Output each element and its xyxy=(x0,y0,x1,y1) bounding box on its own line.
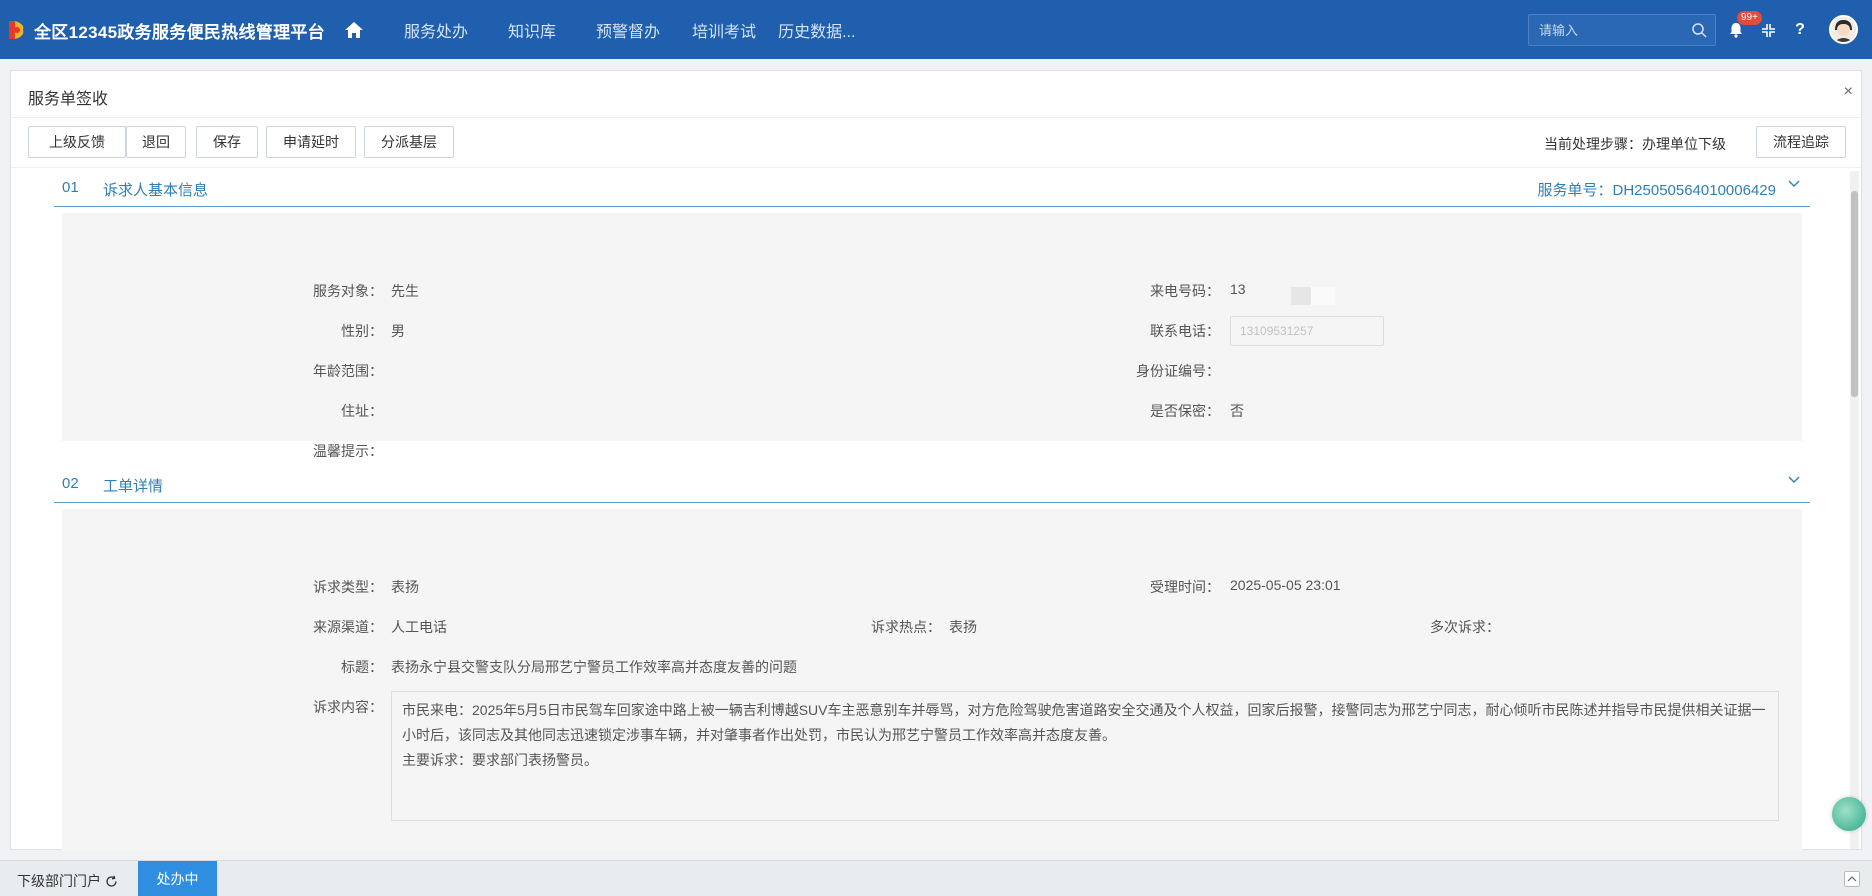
section-number: 02 xyxy=(62,475,79,492)
modal-header: 服务单签收 × xyxy=(11,71,1861,118)
content-line: 主要诉求：要求部门表扬警员。 xyxy=(402,752,598,768)
contact-phone-label: 联系电话： xyxy=(1150,323,1220,339)
main-nav: 服务处办 知识库 预警督办 培训考试 历史数据... xyxy=(396,0,855,59)
masked-region xyxy=(1291,287,1311,305)
top-navbar: 全区12345政务服务便民热线管理平台 服务处办 知识库 预警督办 培训考试 历… xyxy=(0,0,1872,59)
masked-region xyxy=(1311,287,1335,305)
nav-item-service[interactable]: 服务处办 xyxy=(404,18,468,42)
request-type-value: 表扬 xyxy=(391,579,419,595)
gender-value: 男 xyxy=(391,323,405,339)
modal-title: 服务单签收 xyxy=(28,91,109,108)
modal-toolbar: 上级反馈 退回 保存 申请延时 分派基层 当前处理步骤：办理单位下级 流程追踪 xyxy=(11,118,1861,168)
section-order-detail-header[interactable]: 02 工单详情 xyxy=(54,465,1810,503)
bottom-bar: 下级部门门户 处办中 xyxy=(0,860,1872,896)
service-order-number: 服务单号：DH2505056401000642​9 xyxy=(1537,182,1777,199)
request-content-textarea[interactable]: 市民来电：2025年5月5日市民驾车回家途中路上被一辆吉利博越SUV车主恶意别车… xyxy=(391,691,1779,821)
service-target-value: 先生 xyxy=(391,283,419,299)
service-target-label: 服务对象： xyxy=(313,283,383,299)
fullscreen-button[interactable] xyxy=(1757,19,1779,41)
fullscreen-icon xyxy=(1761,23,1775,37)
multiple-request-label: 多次诉求： xyxy=(1430,619,1500,635)
source-channel-label: 来源渠道： xyxy=(313,619,383,635)
contact-phone-field[interactable]: 13109531257 xyxy=(1230,316,1384,346)
close-icon[interactable]: × xyxy=(1844,83,1853,101)
home-button[interactable] xyxy=(336,14,372,46)
id-number-label: 身份证编号： xyxy=(1136,363,1220,379)
scrollbar-thumb[interactable] xyxy=(1851,191,1858,397)
content-line: 小时后，该同志及其他同志迅速锁定涉事车辆，并对肇事者作出处罚，市民认为邢艺宁警员… xyxy=(402,727,1116,743)
lower-portal-tab[interactable]: 下级部门门户 xyxy=(17,871,118,891)
nav-item-history[interactable]: 历史数据... xyxy=(778,18,855,42)
save-button[interactable]: 保存 xyxy=(196,126,258,158)
chevron-down-icon[interactable] xyxy=(1788,476,1800,484)
section-title: 诉求人基本信息 xyxy=(103,182,209,199)
search-icon[interactable] xyxy=(1692,23,1707,38)
section-basic-info-header[interactable]: 01 诉求人基本信息 服务单号：DH2505056401000642​9 xyxy=(54,169,1810,207)
gender-label: 性别： xyxy=(341,323,383,339)
chevron-down-icon[interactable] xyxy=(1788,180,1800,188)
app-title: 全区12345政务服务便民热线管理平台 xyxy=(34,23,325,42)
subject-value: 表扬永宁县交警支队分局邢艺宁警员工作效率高并态度友善的问题 xyxy=(391,659,797,675)
accept-time-label: 受理时间： xyxy=(1150,579,1220,595)
hotspot-label: 诉求热点： xyxy=(871,619,941,635)
nav-item-training[interactable]: 培训考试 xyxy=(692,18,756,42)
chevron-up-icon xyxy=(1847,876,1857,882)
avatar[interactable] xyxy=(1829,15,1858,44)
return-button[interactable]: 退回 xyxy=(126,126,186,158)
section-title: 工单详情 xyxy=(103,478,164,495)
request-content-label: 诉求内容： xyxy=(313,699,383,715)
modal-content: 01 诉求人基本信息 服务单号：DH2505056401000642​9 服务对… xyxy=(11,169,1849,851)
app-logo xyxy=(8,18,26,42)
content-line: 市民来电：2025年5月5日市民驾车回家途中路上被一辆吉利博越SUV车主恶意别车… xyxy=(402,702,1766,718)
subject-label: 标题： xyxy=(341,659,383,675)
hotspot-value: 表扬 xyxy=(949,619,977,635)
confidential-label: 是否保密： xyxy=(1150,403,1220,419)
current-step-label: 当前处理步骤：办理单位下级 xyxy=(1544,136,1726,152)
collapse-button[interactable] xyxy=(1844,871,1860,887)
assign-grassroots-button[interactable]: 分派基层 xyxy=(364,126,454,158)
request-type-label: 诉求类型： xyxy=(313,579,383,595)
search-box xyxy=(1528,14,1716,46)
caller-number-label: 来电号码： xyxy=(1150,283,1220,299)
apply-extension-button[interactable]: 申请延时 xyxy=(266,126,356,158)
service-order-modal: 服务单签收 × 上级反馈 退回 保存 申请延时 分派基层 当前处理步骤：办理单位… xyxy=(10,70,1862,851)
source-channel-value: 人工电话 xyxy=(391,619,447,635)
confidential-value: 否 xyxy=(1230,403,1244,419)
process-trace-button[interactable]: 流程追踪 xyxy=(1756,126,1846,158)
search-input[interactable] xyxy=(1539,20,1679,40)
vertical-scrollbar[interactable] xyxy=(1850,171,1859,849)
nav-item-warning[interactable]: 预警督办 xyxy=(596,18,660,42)
processing-tab[interactable]: 处办中 xyxy=(138,861,217,896)
refresh-icon[interactable] xyxy=(105,875,118,888)
accept-time-value: 2025-05-05 23:01 xyxy=(1230,577,1341,593)
nav-item-knowledge[interactable]: 知识库 xyxy=(508,18,556,42)
help-icon[interactable]: ? xyxy=(1789,19,1811,41)
address-label: 住址： xyxy=(341,403,383,419)
lower-portal-label: 下级部门门户 xyxy=(17,873,101,889)
tips-label: 温馨提示： xyxy=(313,443,383,459)
home-icon xyxy=(345,22,363,38)
floating-assistant-icon[interactable] xyxy=(1832,797,1866,831)
section-number: 01 xyxy=(62,179,79,196)
caller-number-value: 13 xyxy=(1230,281,1246,297)
age-range-label: 年龄范围： xyxy=(313,363,383,379)
feedback-button[interactable]: 上级反馈 xyxy=(28,126,126,158)
